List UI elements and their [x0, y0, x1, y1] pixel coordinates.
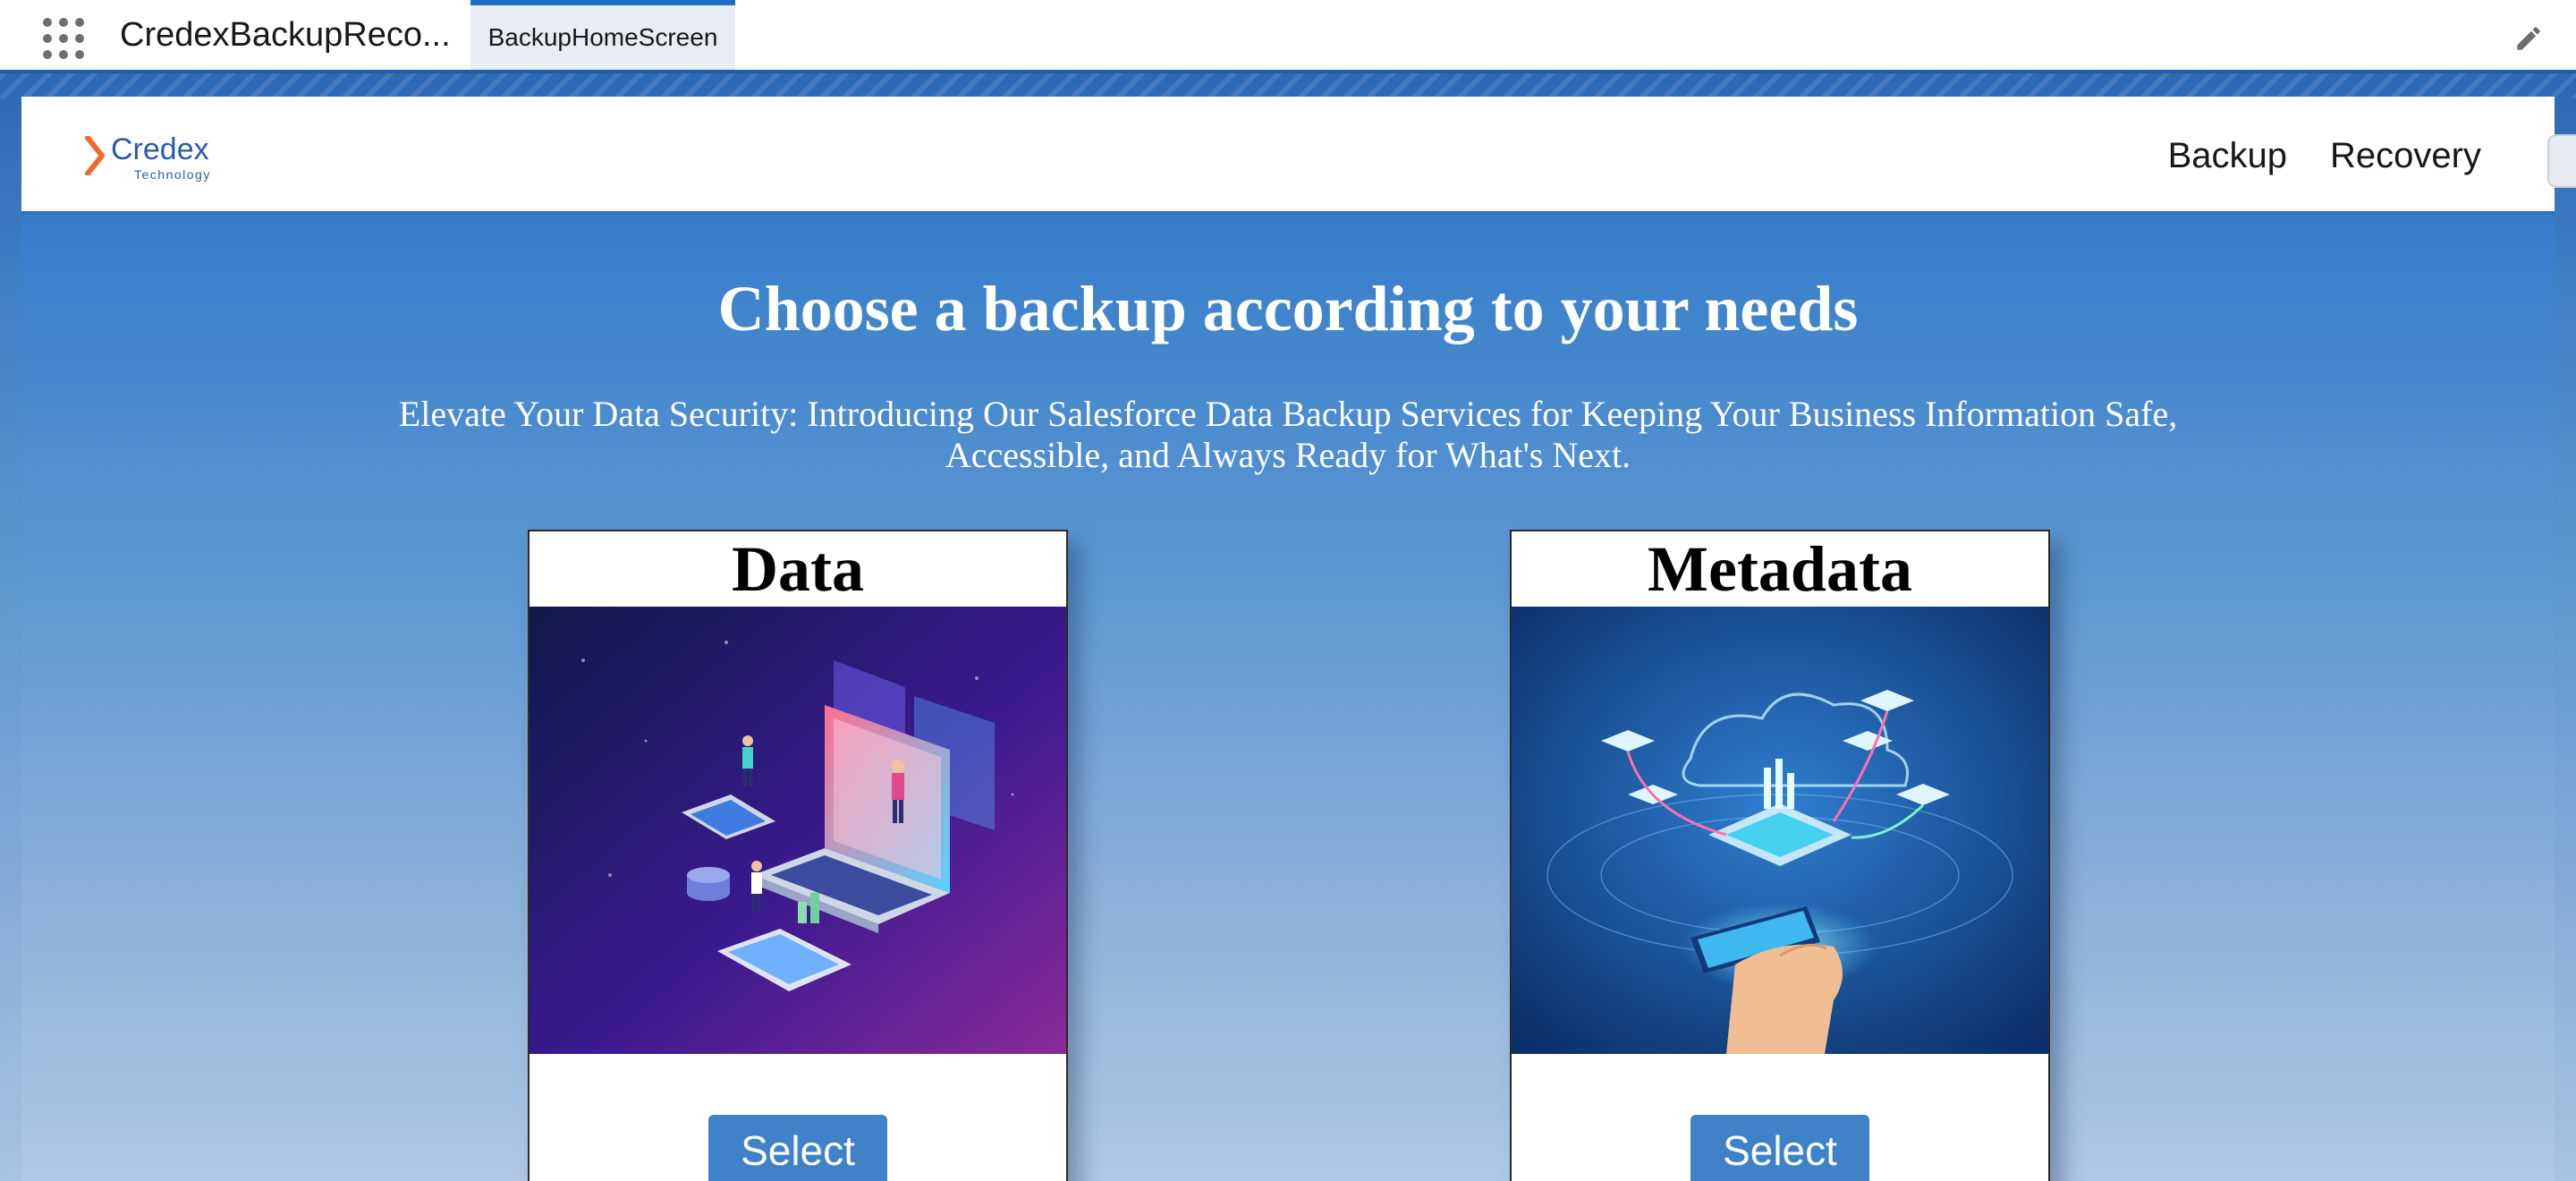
app-name[interactable]: CredexBackupReco... — [120, 16, 451, 55]
hero-subtitle-line-2: Accessible, and Always Ready for What's … — [945, 435, 1631, 475]
chevron-logo-icon — [85, 136, 105, 175]
credex-logo[interactable]: Credex Technology — [84, 132, 263, 186]
tab-backup-home-screen[interactable]: BackupHomeScreen — [470, 0, 735, 70]
nav-links: Backup Recovery — [2168, 136, 2481, 176]
select-data-button[interactable]: Select — [708, 1115, 887, 1181]
logo-wordmark: Credex — [111, 132, 209, 166]
utility-panel-handle[interactable] — [2547, 134, 2576, 188]
backup-home-component: Credex Technology Backup Recovery Choose… — [21, 97, 2555, 1181]
data-backup-card: Data Select — [528, 530, 1068, 1181]
card-title: Metadata — [1648, 532, 1912, 605]
card-title: Data — [732, 532, 864, 605]
app-launcher-icon[interactable] — [43, 18, 84, 59]
logo-subtitle: Technology — [134, 167, 211, 182]
hero-title: Choose a backup according to your needs — [717, 273, 1859, 344]
hero-subtitle: Elevate Your Data Security: Introducing … — [379, 394, 2197, 476]
metadata-backup-card: Metadata Select — [1510, 530, 2050, 1181]
app-header: CredexBackupReco... BackupHomeScreen — [0, 0, 2576, 73]
pencil-icon[interactable] — [2513, 23, 2544, 54]
data-illustration — [530, 607, 1066, 1054]
component-navbar: Credex Technology Backup Recovery — [21, 97, 2555, 215]
hero-subtitle-line-1: Elevate Your Data Security: Introducing … — [398, 394, 2178, 434]
workspace-pattern — [0, 73, 2576, 98]
metadata-illustration — [1512, 607, 2048, 1054]
nav-link-recovery[interactable]: Recovery — [2330, 136, 2481, 176]
nav-link-backup[interactable]: Backup — [2168, 136, 2287, 176]
select-metadata-button[interactable]: Select — [1690, 1115, 1869, 1181]
